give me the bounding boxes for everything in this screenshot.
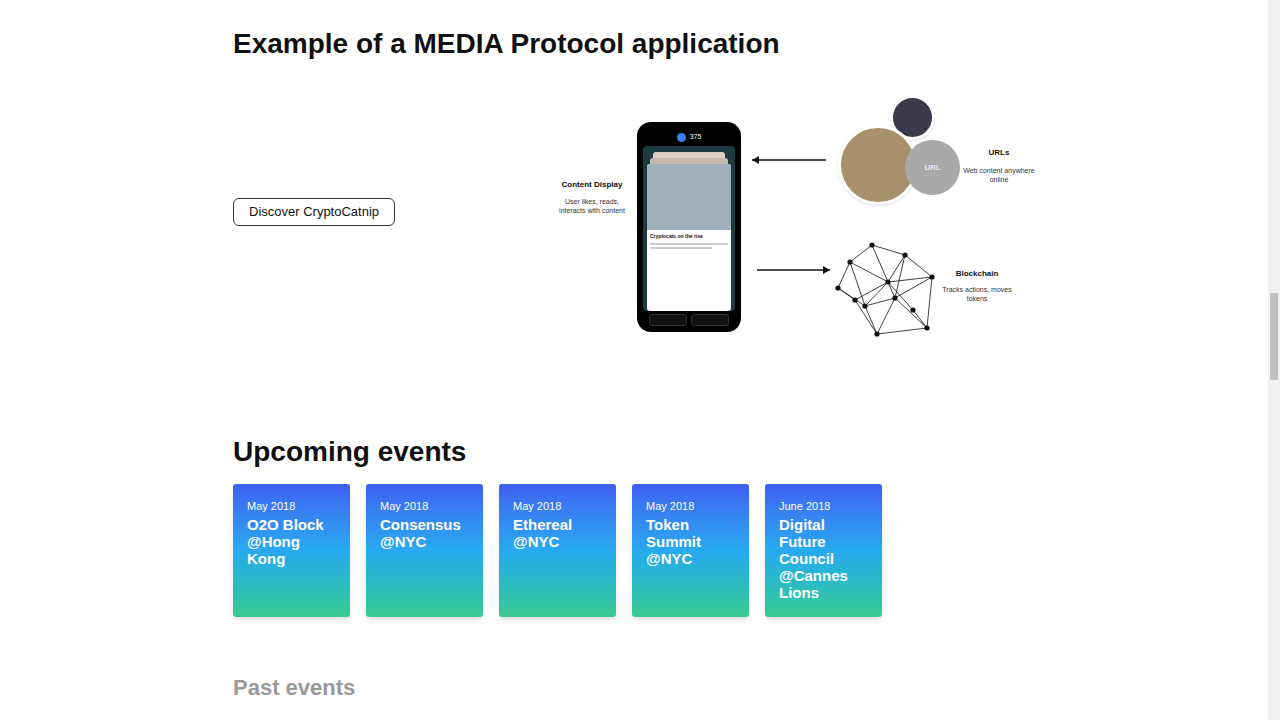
url-bubble: URL	[905, 140, 960, 195]
event-date: May 2018	[646, 499, 735, 513]
content-display-label: Content DisplayUser likes, reads, intera…	[552, 180, 632, 215]
phone: 375 Cryptocats on the rise	[637, 122, 741, 332]
event-card[interactable]: May 2018 Consensus @NYC	[366, 484, 483, 617]
like-button[interactable]	[691, 314, 729, 326]
dislike-button[interactable]	[649, 314, 687, 326]
blockchain-label: BlockchainTracks actions, moves tokens	[937, 269, 1017, 303]
event-name: O2O Block @Hong Kong	[247, 516, 336, 567]
event-list: May 2018 O2O Block @Hong Kong May 2018 Cons…	[233, 484, 1260, 617]
scrollbar-thumb[interactable]	[1270, 293, 1278, 380]
event-name: Digital Future Council @Cannes Lions	[779, 516, 868, 601]
content-card[interactable]: Cryptocats on the rise	[647, 164, 731, 311]
urls-label: URLsWeb content anywhere online	[959, 148, 1039, 184]
balance: 375	[643, 128, 735, 146]
event-card[interactable]: June 2018 Digital Future Council @Cannes …	[765, 484, 882, 617]
past-title: Past events	[233, 675, 1260, 701]
event-date: June 2018	[779, 499, 868, 513]
token-icon	[677, 133, 686, 142]
event-name: Ethereal @NYC	[513, 516, 602, 550]
event-card[interactable]: May 2018 Ethereal @NYC	[499, 484, 616, 617]
example-row: Discover CryptoCatnip Content DisplayUser…	[233, 90, 1260, 340]
arrow-to-phone-icon	[752, 155, 826, 165]
left-column: Discover CryptoCatnip	[233, 90, 557, 340]
cat-picture	[647, 164, 731, 230]
upcoming-title: Upcoming events	[233, 434, 1260, 470]
event-name: Token Summit @NYC	[646, 516, 735, 567]
event-name: Consensus @NYC	[380, 516, 469, 550]
card-title: Cryptocats on the rise	[650, 233, 728, 240]
discover-button[interactable]: Discover CryptoCatnip	[233, 198, 395, 226]
event-card[interactable]: May 2018 Token Summit @NYC	[632, 484, 749, 617]
content: Example of a MEDIA Protocol application D…	[0, 0, 1280, 701]
scrollbar[interactable]	[1268, 0, 1280, 720]
section-title: Example of a MEDIA Protocol application	[233, 26, 1260, 62]
event-date: May 2018	[247, 499, 336, 513]
phone-screen: Cryptocats on the rise	[643, 146, 735, 311]
event-card[interactable]: May 2018 O2O Block @Hong Kong	[233, 484, 350, 617]
page: Example of a MEDIA Protocol application D…	[0, 0, 1280, 720]
blockchain-network-icon	[835, 240, 935, 338]
event-date: May 2018	[513, 499, 602, 513]
arrow-to-blockchain-icon	[757, 265, 830, 275]
diagram: Content DisplayUser likes, reads, intera…	[557, 90, 1037, 340]
event-date: May 2018	[380, 499, 469, 513]
